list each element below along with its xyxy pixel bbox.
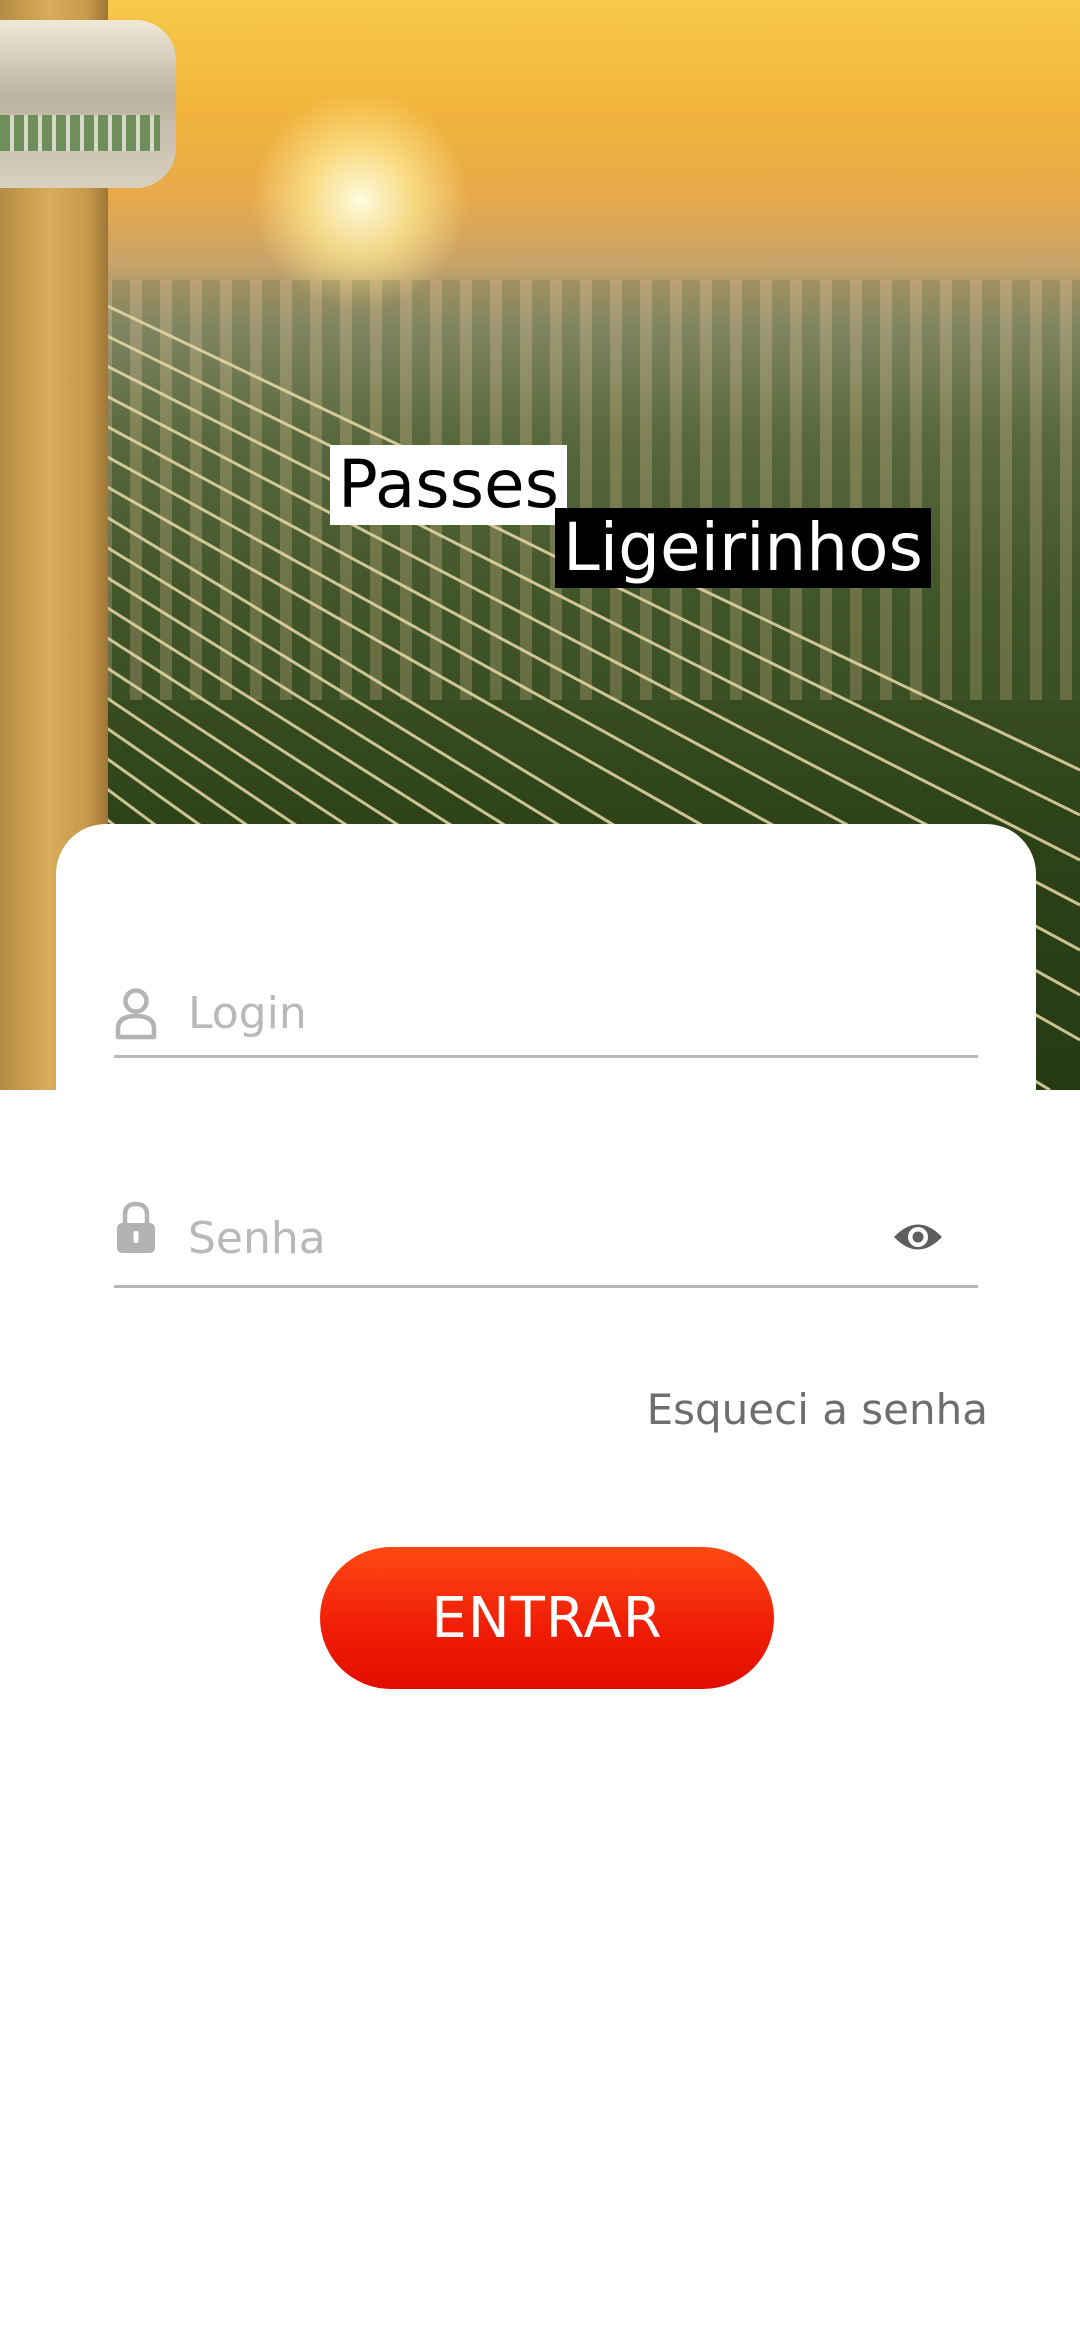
login-field[interactable] [114, 975, 978, 1058]
login-input[interactable] [188, 975, 828, 1051]
user-icon [115, 988, 157, 1040]
password-field[interactable] [114, 1190, 978, 1288]
entrar-button[interactable]: ENTRAR [320, 1547, 774, 1689]
tower-observation-deck [0, 20, 176, 188]
app-title-line2: Ligeirinhos [555, 508, 931, 588]
password-input[interactable] [188, 1200, 828, 1276]
forgot-password-link[interactable]: Esqueci a senha [647, 1385, 988, 1434]
eye-icon[interactable] [892, 1218, 944, 1256]
tower-window [0, 115, 160, 151]
lock-icon [117, 1201, 155, 1253]
app-title-line1: Passes [330, 445, 568, 525]
